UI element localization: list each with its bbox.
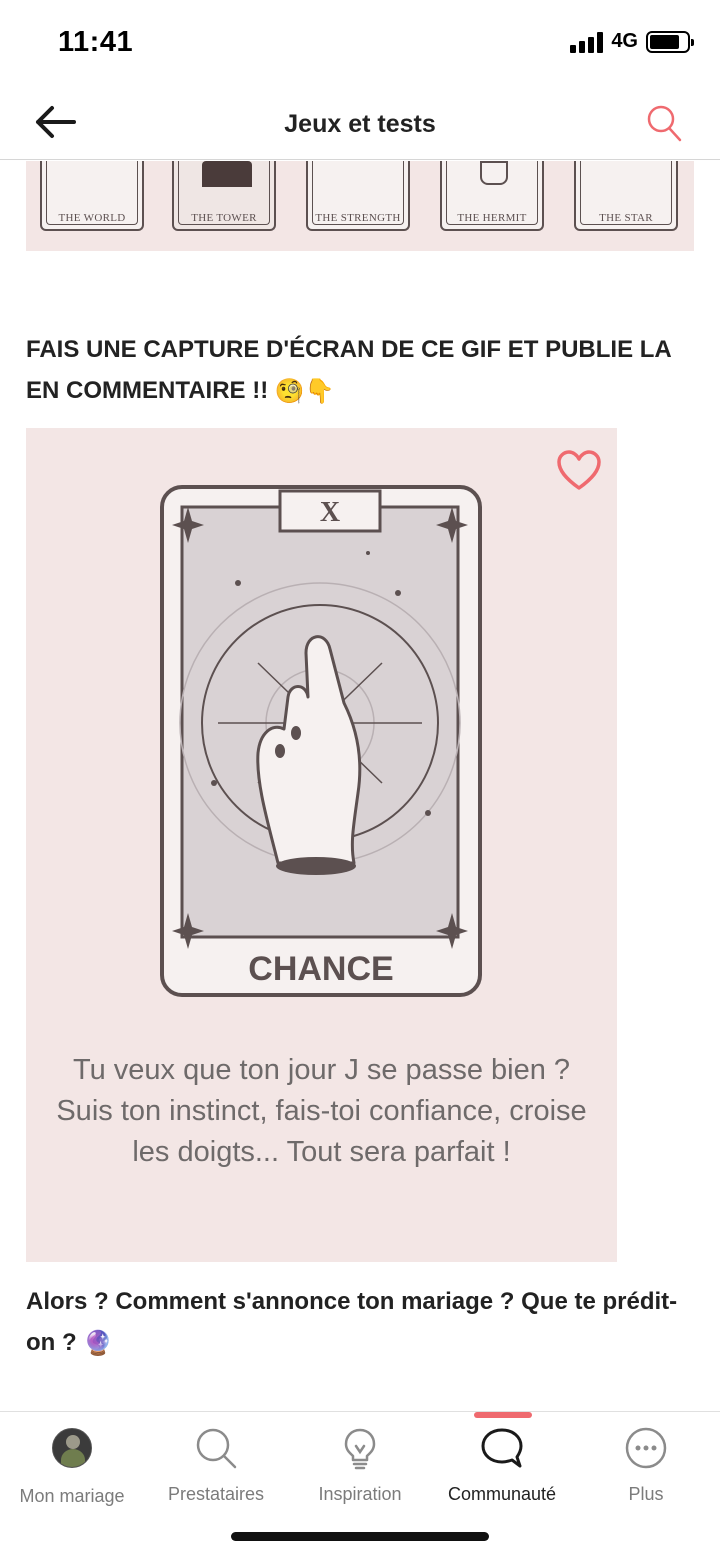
- like-button[interactable]: [555, 448, 603, 492]
- nav-item-prestataires[interactable]: Prestataires: [144, 1426, 288, 1505]
- post-content: THE WORLD THE TOWER THE STRENGTH THE HER…: [0, 161, 720, 1411]
- search-button[interactable]: [644, 102, 684, 144]
- tarot-card-label: THE TOWER: [191, 212, 257, 224]
- status-time: 11:41: [58, 26, 134, 58]
- tarot-card-label: THE WORLD: [58, 212, 126, 224]
- tarot-card-chance-illustration: X CHANCE: [160, 485, 482, 997]
- nav-item-inspiration[interactable]: Inspiration: [288, 1426, 432, 1505]
- lightbulb-icon: [344, 1428, 376, 1470]
- tarot-card-label: THE STRENGTH: [315, 212, 401, 224]
- home-indicator[interactable]: [231, 1532, 489, 1541]
- crystal-ball-emoji: 🔮: [83, 1330, 114, 1358]
- nav-label: Communauté: [447, 1484, 557, 1504]
- search-icon: [196, 1428, 237, 1469]
- tarot-strip-image: THE WORLD THE TOWER THE STRENGTH THE HER…: [26, 161, 694, 251]
- tarot-card-name: CHANCE: [248, 950, 393, 988]
- network-type: 4G: [611, 30, 638, 52]
- post-headline: FAIS UNE CAPTURE D'ÉCRAN DE CE GIF ET PU…: [26, 329, 696, 412]
- tarot-card-label: THE HERMIT: [457, 212, 527, 224]
- tarot-card-world: THE WORLD: [40, 161, 144, 231]
- tarot-card-number: X: [320, 497, 340, 528]
- status-bar: 11:41 4G: [0, 0, 720, 88]
- headline-text: FAIS UNE CAPTURE D'ÉCRAN DE CE GIF ET PU…: [26, 336, 671, 404]
- tarot-card-hermit: THE HERMIT: [440, 161, 544, 231]
- nav-item-plus[interactable]: Plus: [574, 1426, 718, 1505]
- active-tab-indicator: [474, 1412, 532, 1418]
- nav-item-communaute[interactable]: Communauté: [430, 1426, 574, 1505]
- nav-label: Mon mariage: [19, 1486, 125, 1506]
- question-text: Alors ? Comment s'annonce ton mariage ? …: [26, 1288, 678, 1356]
- status-indicators: 4G: [570, 30, 694, 53]
- tarot-card-strength: THE STRENGTH: [306, 161, 410, 231]
- tarot-card-star: THE STAR: [574, 161, 678, 231]
- more-dots-icon: [625, 1427, 667, 1469]
- thinking-pointing-emoji: 🧐👇: [274, 378, 335, 406]
- top-header: Jeux et tests: [0, 88, 720, 160]
- post-question: Alors ? Comment s'annonce ton mariage ? …: [26, 1281, 686, 1364]
- nav-label: Prestataires: [167, 1484, 265, 1504]
- nav-item-mon-mariage[interactable]: Mon mariage: [0, 1426, 144, 1507]
- tarot-gif[interactable]: X CHANCE Tu veux que ton jour J se passe…: [26, 428, 617, 1262]
- battery-icon: [646, 30, 694, 53]
- nav-label: Plus: [628, 1484, 664, 1504]
- page-title: Jeux et tests: [284, 110, 436, 138]
- tarot-card-label: THE STAR: [599, 212, 653, 224]
- nav-label: Inspiration: [318, 1484, 402, 1504]
- tarot-card-tower: THE TOWER: [172, 161, 276, 231]
- avatar: [52, 1428, 92, 1468]
- chat-bubble-icon: [481, 1428, 523, 1468]
- search-icon: [647, 105, 682, 142]
- heart-icon: [557, 450, 601, 490]
- signal-icon: [570, 31, 604, 53]
- tarot-card-caption: Tu veux que ton jour J se passe bien ? S…: [56, 1054, 587, 1168]
